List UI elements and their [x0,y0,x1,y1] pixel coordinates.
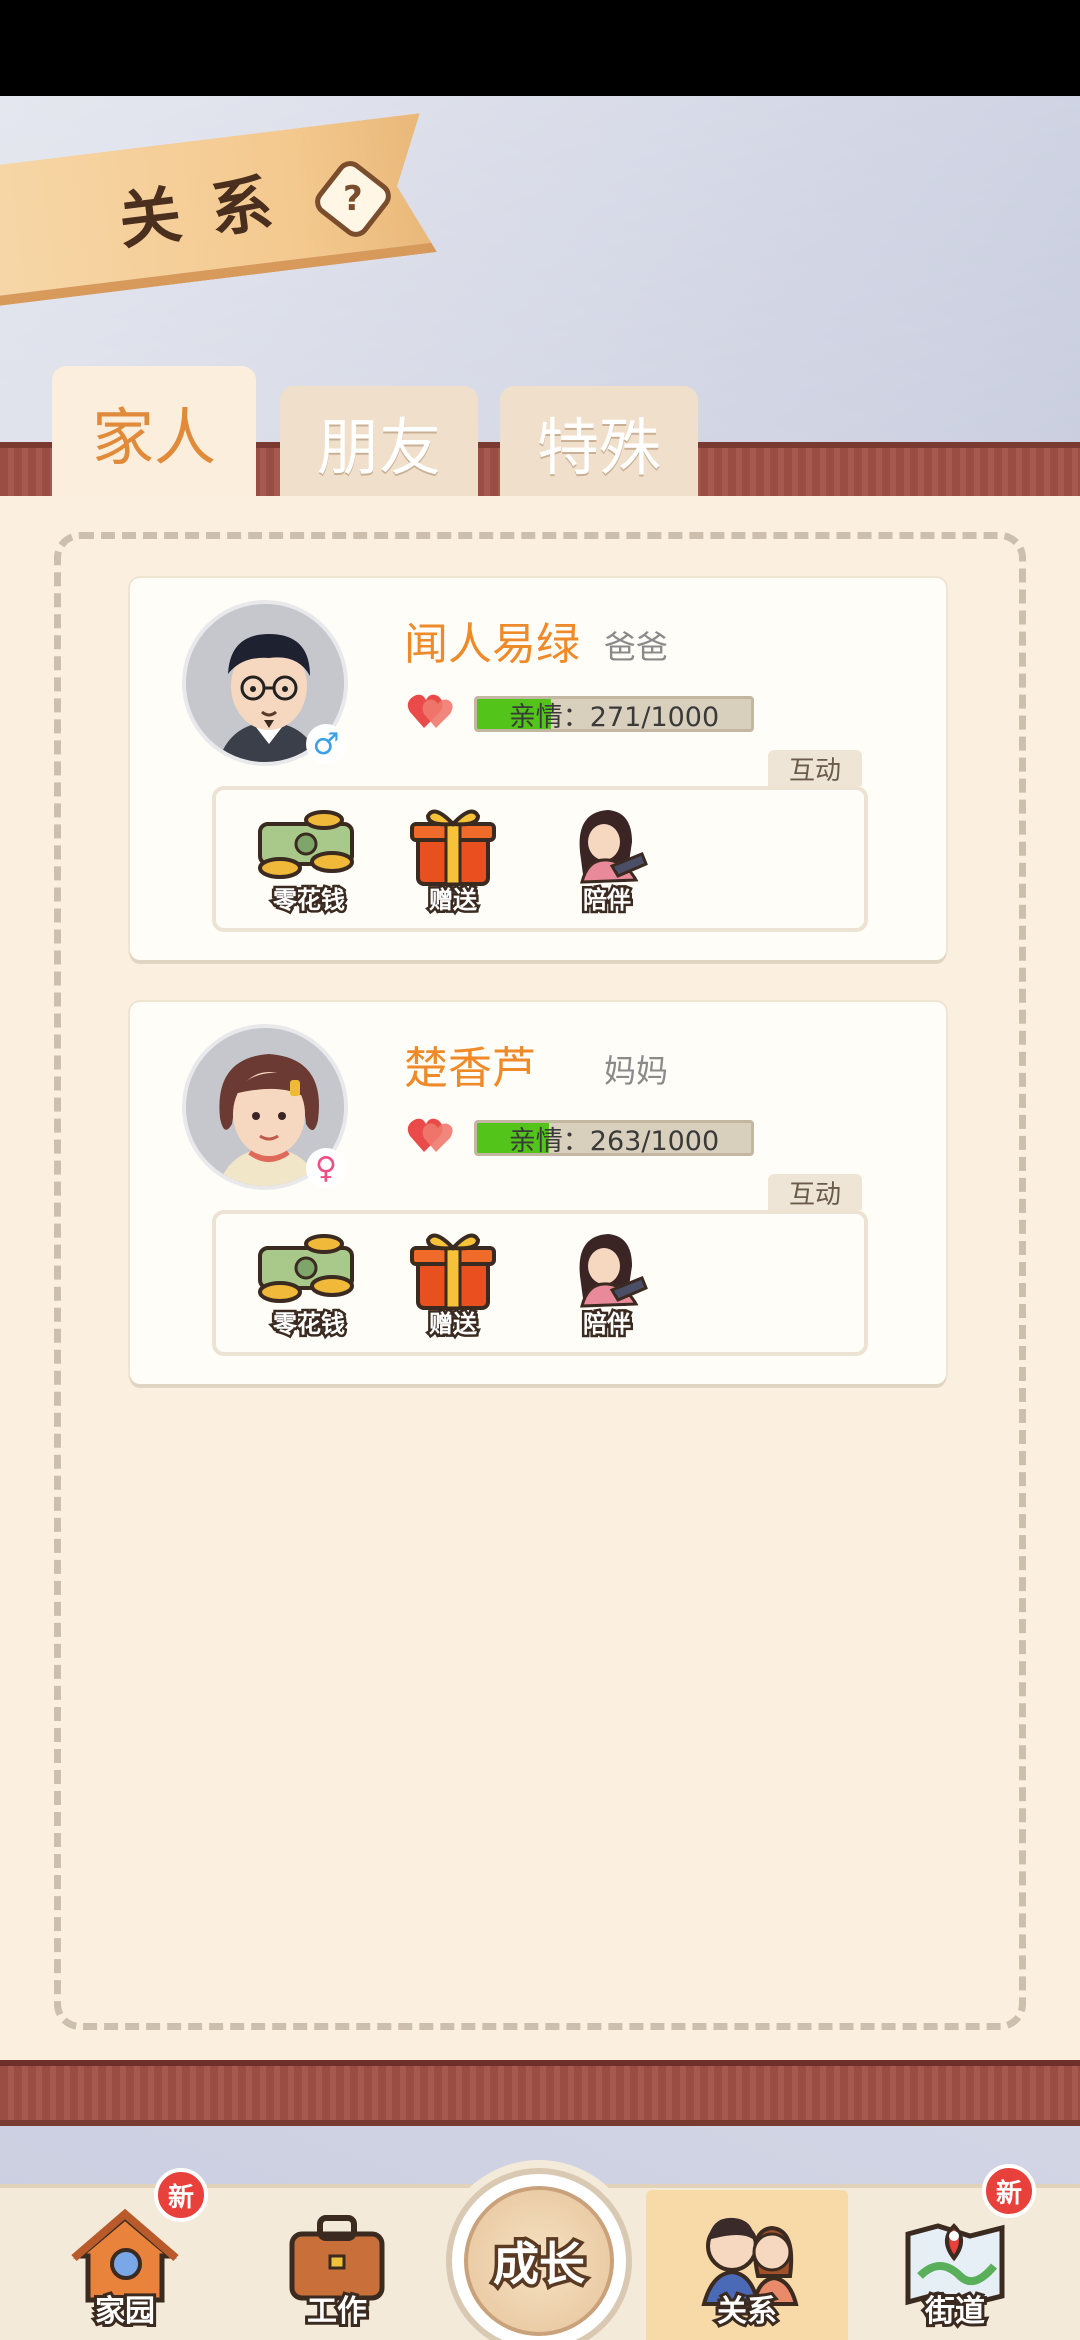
gift-icon [410,809,496,886]
male-icon: ♂ [306,724,346,764]
money-icon [258,1234,354,1303]
pocket-money-button[interactable]: 零花钱 [244,802,374,928]
grow-label: 成长 [490,2234,589,2295]
new-badge: 新 [154,2168,208,2222]
new-badge: 新 [982,2164,1036,2218]
nav-label: 工作 [304,2291,370,2332]
tab-friends[interactable]: 朋友 [280,386,478,498]
member-relation: 妈妈 [604,1052,669,1090]
affection-text: 亲情：263/1000 [508,1125,720,1156]
action-label: 零花钱 [271,884,348,917]
tab-family[interactable]: 家人 [52,366,256,498]
interact-label: 互动 [768,1174,862,1210]
wood-strip-bottom [0,2066,1080,2126]
nav-work[interactable]: 工作 [262,2190,412,2340]
nav-label: 街道 [922,2291,988,2332]
member-relation: 爸爸 [604,628,669,666]
gift-icon [410,1233,496,1310]
affection-text: 亲情：271/1000 [508,701,720,732]
member-card-father: ♂ 闻人易绿 爸爸 亲情：271/1000 互动 零花钱 赠送 陪伴 [130,578,946,960]
member-name: 楚香芦 [404,1043,536,1094]
member-card-mother: ♀ 楚香芦 妈妈 亲情：263/1000 互动 零花钱 赠送 陪伴 [130,1002,946,1384]
affection-bar: 亲情：271/1000 [474,696,754,732]
accompany-icon [579,810,648,884]
action-box: 零花钱 赠送 陪伴 [212,1210,868,1356]
action-label: 陪伴 [581,1308,634,1341]
nav-label: 家园 [92,2291,158,2332]
action-label: 赠送 [427,1308,480,1341]
nav-relation[interactable]: 关系 [646,2190,848,2340]
grow-button[interactable]: 成长 [446,2168,632,2340]
action-box: 零花钱 赠送 陪伴 [212,786,868,932]
action-label: 陪伴 [581,884,634,917]
accompany-button[interactable]: 陪伴 [542,802,672,928]
gift-button[interactable]: 赠送 [388,802,518,928]
gift-button[interactable]: 赠送 [388,1226,518,1352]
heart-icon [407,694,453,728]
compass-icon: 成长 [464,2186,614,2336]
action-label: 赠送 [427,884,480,917]
money-icon [258,810,354,879]
accompany-button[interactable]: 陪伴 [542,1226,672,1352]
affection-bar: 亲情：263/1000 [474,1120,754,1156]
member-name: 闻人易绿 [404,619,580,670]
heart-icon [407,1118,453,1152]
tab-special[interactable]: 特殊 [500,386,698,498]
action-label: 零花钱 [271,1308,348,1341]
interact-label: 互动 [768,750,862,786]
pocket-money-button[interactable]: 零花钱 [244,1226,374,1352]
status-bar [0,0,1080,96]
nav-label: 关系 [714,2291,780,2332]
female-icon: ♀ [306,1148,346,1188]
accompany-icon [579,1234,648,1308]
